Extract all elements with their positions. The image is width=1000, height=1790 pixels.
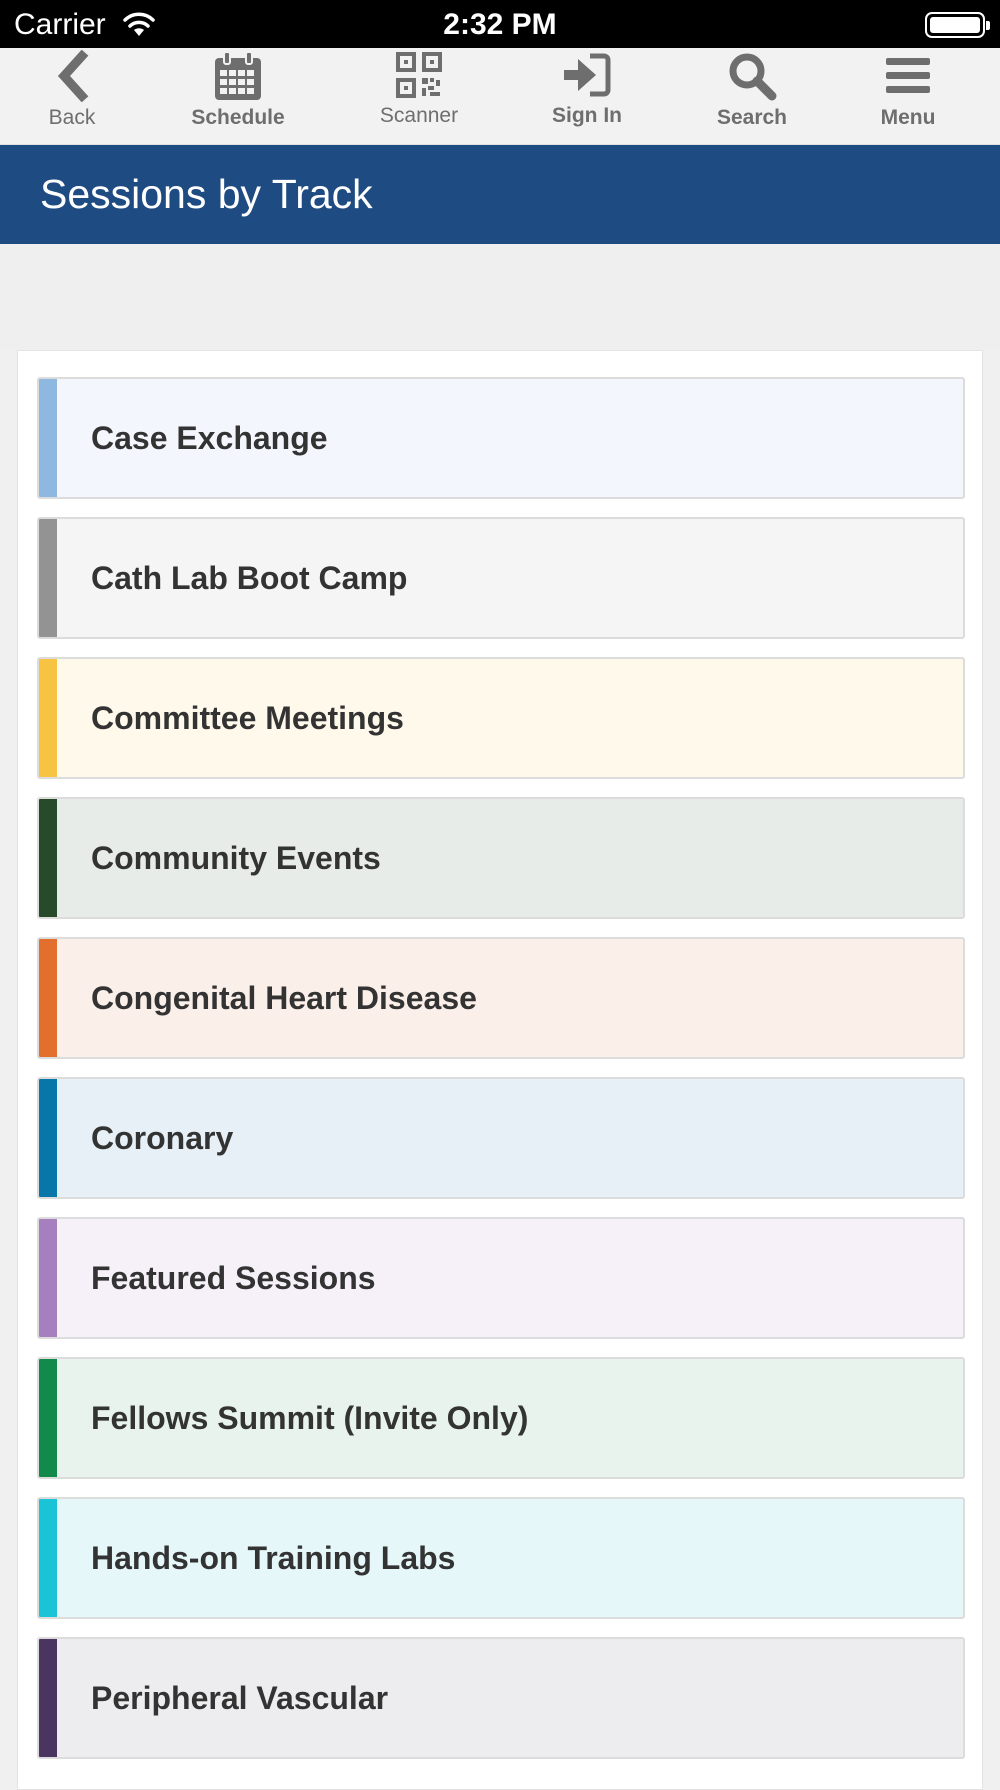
track-name: Fellows Summit (Invite Only) — [91, 1400, 529, 1436]
track-item[interactable]: Fellows Summit (Invite Only) — [37, 1357, 965, 1479]
track-color-stripe — [39, 799, 57, 917]
track-name: Committee Meetings — [91, 700, 404, 736]
track-list: Case Exchange Cath Lab Boot Camp Committ… — [17, 350, 983, 1790]
calendar-icon — [215, 51, 261, 100]
back-button[interactable]: Back — [20, 48, 124, 145]
battery-icon — [925, 12, 990, 38]
track-color-stripe — [39, 519, 57, 637]
status-bar: Carrier 2:32 PM — [0, 0, 1000, 48]
sign-in-icon — [564, 53, 611, 97]
track-item[interactable]: Coronary — [37, 1077, 965, 1199]
search-label: Search — [716, 106, 788, 129]
track-name: Coronary — [91, 1120, 234, 1156]
track-item[interactable]: Committee Meetings — [37, 657, 965, 779]
track-name: Community Events — [91, 840, 381, 876]
clock: 2:32 PM — [443, 8, 557, 41]
track-item[interactable]: Peripheral Vascular — [37, 1637, 965, 1759]
toolbar: Back Schedule Scanner Sign In Search Men… — [0, 48, 1000, 145]
menu-label: Menu — [880, 106, 936, 129]
track-color-stripe — [39, 1219, 57, 1337]
menu-button[interactable]: Menu — [862, 48, 954, 145]
track-item[interactable]: Congenital Heart Disease — [37, 937, 965, 1059]
track-color-stripe — [39, 379, 57, 497]
header-spacer — [0, 244, 1000, 350]
track-name: Hands-on Training Labs — [91, 1540, 456, 1576]
hamburger-menu-icon — [886, 58, 930, 93]
sign-in-button[interactable]: Sign In — [536, 48, 638, 145]
track-color-stripe — [39, 1499, 57, 1617]
back-label: Back — [48, 106, 96, 129]
track-item[interactable]: Case Exchange — [37, 377, 965, 499]
track-name: Cath Lab Boot Camp — [91, 560, 408, 596]
track-name: Congenital Heart Disease — [91, 980, 477, 1016]
track-color-stripe — [39, 659, 57, 777]
track-item[interactable]: Community Events — [37, 797, 965, 919]
sign-in-label: Sign In — [552, 104, 622, 127]
schedule-label: Schedule — [191, 106, 285, 129]
track-color-stripe — [39, 1359, 57, 1477]
track-name: Peripheral Vascular — [91, 1680, 389, 1716]
search-icon — [729, 53, 777, 101]
chevron-left-icon — [57, 50, 89, 102]
track-item[interactable]: Featured Sessions — [37, 1217, 965, 1339]
track-color-stripe — [39, 1079, 57, 1197]
scanner-label: Scanner — [379, 104, 459, 127]
search-button[interactable]: Search — [702, 48, 802, 145]
track-color-stripe — [39, 1639, 57, 1757]
track-name: Featured Sessions — [91, 1260, 376, 1296]
track-name: Case Exchange — [91, 420, 328, 456]
track-color-stripe — [39, 939, 57, 1057]
track-item[interactable]: Hands-on Training Labs — [37, 1497, 965, 1619]
track-item[interactable]: Cath Lab Boot Camp — [37, 517, 965, 639]
page-title: Sessions by Track — [40, 171, 373, 217]
qr-code-icon — [396, 52, 442, 98]
page-header: Sessions by Track — [0, 145, 1000, 244]
schedule-button[interactable]: Schedule — [180, 48, 296, 145]
scanner-button[interactable]: Scanner — [366, 48, 472, 145]
